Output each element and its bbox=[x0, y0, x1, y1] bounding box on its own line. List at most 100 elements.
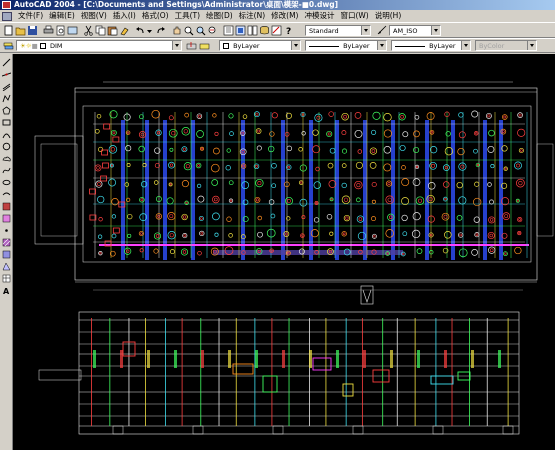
hole bbox=[183, 162, 192, 171]
match-properties-icon[interactable] bbox=[119, 25, 130, 36]
undo-icon[interactable] bbox=[135, 25, 146, 36]
hole-inner bbox=[171, 131, 176, 136]
rectangle-icon[interactable] bbox=[2, 118, 11, 127]
hole bbox=[487, 231, 495, 240]
hole bbox=[255, 178, 264, 188]
line-icon[interactable] bbox=[2, 58, 11, 67]
menu-help[interactable]: 说明(H) bbox=[372, 10, 405, 22]
print-icon[interactable] bbox=[43, 25, 54, 36]
hole bbox=[254, 196, 261, 203]
hole bbox=[168, 128, 178, 138]
layer-previous-icon[interactable] bbox=[199, 41, 210, 52]
chevron-down-icon[interactable] bbox=[172, 41, 181, 50]
circle-icon[interactable] bbox=[2, 142, 11, 151]
revision-cloud-icon[interactable] bbox=[2, 154, 11, 163]
menu-file[interactable]: 文件(F) bbox=[15, 10, 46, 22]
hole-inner bbox=[140, 232, 143, 235]
chevron-down-icon[interactable] bbox=[291, 41, 300, 50]
arc-icon[interactable] bbox=[2, 130, 11, 139]
menu-view[interactable]: 视图(V) bbox=[78, 10, 110, 22]
layer-combo[interactable]: ☀☼■ DIM bbox=[16, 40, 182, 51]
text-style-combo[interactable]: Standard bbox=[305, 25, 371, 36]
autocad-app-icon[interactable] bbox=[2, 1, 11, 9]
menu-draw[interactable]: 绘图(D) bbox=[203, 10, 236, 22]
hole bbox=[329, 147, 336, 154]
multiline-text-icon[interactable]: A bbox=[2, 286, 11, 296]
design-center-icon[interactable] bbox=[235, 25, 246, 36]
redo-icon[interactable] bbox=[155, 25, 166, 36]
hole bbox=[341, 231, 347, 237]
chevron-down-icon[interactable] bbox=[461, 41, 470, 50]
hole bbox=[154, 147, 161, 154]
insert-block-icon[interactable] bbox=[2, 202, 11, 211]
zoom-realtime-icon[interactable] bbox=[183, 25, 194, 36]
publish-icon[interactable] bbox=[67, 25, 78, 36]
zoom-previous-icon[interactable] bbox=[207, 25, 218, 36]
dbconnect-icon[interactable] bbox=[259, 25, 270, 36]
gradient-icon[interactable] bbox=[2, 250, 11, 259]
hole bbox=[111, 129, 117, 136]
lineweight-combo[interactable]: ByLayer bbox=[391, 40, 471, 51]
zoom-window-icon[interactable] bbox=[195, 25, 206, 36]
multiline-icon[interactable] bbox=[2, 82, 11, 92]
hole-inner bbox=[185, 201, 188, 204]
chevron-down-icon[interactable] bbox=[431, 26, 440, 35]
table-icon[interactable] bbox=[2, 274, 11, 283]
hole bbox=[369, 162, 377, 169]
hole bbox=[429, 161, 437, 170]
layer-manager-icon[interactable] bbox=[3, 41, 14, 52]
chevron-down-icon bbox=[527, 41, 536, 50]
menu-modify[interactable]: 修改(M) bbox=[268, 10, 301, 22]
help-icon[interactable]: ? bbox=[283, 25, 294, 37]
menu-tools[interactable]: 工具(T) bbox=[172, 10, 203, 22]
menu-die-design[interactable]: 冲模设计 bbox=[301, 10, 337, 22]
dim-style-combo[interactable]: AM_ISO bbox=[389, 25, 441, 36]
markup-icon[interactable] bbox=[271, 25, 282, 36]
document-icon[interactable] bbox=[2, 11, 12, 21]
hole bbox=[326, 130, 333, 138]
chevron-down-icon[interactable] bbox=[361, 26, 370, 35]
ellipse-icon[interactable] bbox=[2, 178, 11, 187]
make-block-icon[interactable] bbox=[2, 214, 11, 223]
menu-format[interactable]: 格式(O) bbox=[139, 10, 172, 22]
make-object-layer-current-icon[interactable] bbox=[186, 41, 197, 52]
polygon-icon[interactable] bbox=[2, 106, 11, 115]
hatch-icon[interactable] bbox=[2, 238, 11, 247]
chevron-down-icon[interactable] bbox=[377, 41, 386, 50]
ellipse-arc-icon[interactable] bbox=[2, 190, 11, 199]
properties-toolbar: ☀☼■ DIM ByLayer ByLayer ByLayer ByColor bbox=[0, 38, 555, 53]
hole bbox=[180, 248, 189, 256]
hole bbox=[458, 131, 466, 139]
new-file-icon[interactable] bbox=[3, 25, 14, 36]
hole bbox=[168, 115, 174, 121]
point-icon[interactable] bbox=[2, 226, 11, 235]
properties-icon[interactable] bbox=[223, 25, 234, 36]
plot-preview-icon[interactable] bbox=[55, 25, 66, 36]
menu-window[interactable]: 窗口(W) bbox=[337, 10, 371, 22]
tool-palettes-icon[interactable] bbox=[247, 25, 258, 36]
hatch-strip bbox=[120, 350, 123, 368]
standard-toolbar: ? Standard AM_ISO bbox=[0, 22, 555, 38]
plot-style-value: ByColor bbox=[479, 42, 505, 50]
save-icon[interactable] bbox=[27, 25, 38, 36]
color-combo[interactable]: ByLayer bbox=[219, 40, 301, 51]
spline-icon[interactable] bbox=[2, 166, 11, 175]
open-folder-icon[interactable] bbox=[15, 25, 26, 36]
menu-dimension[interactable]: 标注(N) bbox=[236, 10, 268, 22]
menu-edit[interactable]: 编辑(E) bbox=[46, 10, 78, 22]
drawing-canvas[interactable] bbox=[13, 54, 555, 450]
linetype-combo[interactable]: ByLayer bbox=[305, 40, 387, 51]
cut-icon[interactable] bbox=[83, 25, 94, 36]
hole-inner bbox=[110, 147, 115, 152]
region-icon[interactable] bbox=[2, 262, 11, 271]
hatch-strip bbox=[174, 350, 177, 368]
paste-icon[interactable] bbox=[107, 25, 118, 36]
pan-icon[interactable] bbox=[171, 25, 182, 36]
hole bbox=[169, 249, 175, 255]
dimension-style-icon[interactable] bbox=[377, 25, 388, 36]
polyline-icon[interactable] bbox=[2, 94, 11, 103]
menu-insert[interactable]: 插入(I) bbox=[110, 10, 139, 22]
hole-inner bbox=[316, 115, 321, 120]
copy-icon[interactable] bbox=[95, 25, 106, 36]
construction-line-icon[interactable] bbox=[1, 70, 12, 79]
